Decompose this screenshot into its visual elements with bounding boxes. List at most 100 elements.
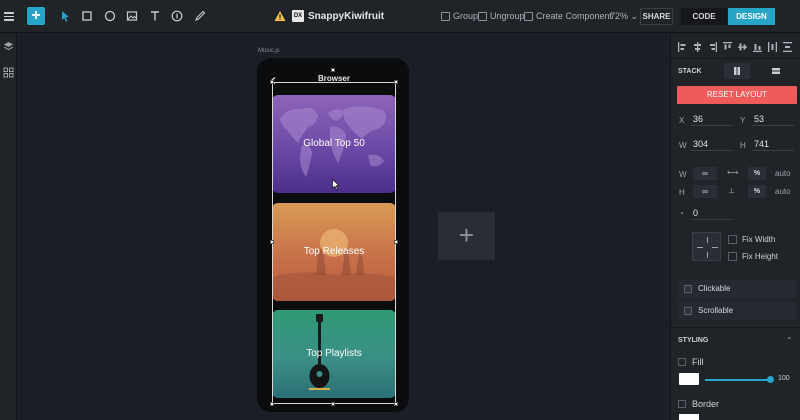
add-artboard-button[interactable]: +	[438, 212, 495, 260]
x-label: X	[679, 116, 685, 125]
fill-opacity-value: 100	[778, 375, 790, 382]
align-right-icon[interactable]	[708, 42, 717, 52]
width-input[interactable]: 304	[691, 137, 733, 151]
artboard-label[interactable]: Music.js	[258, 48, 280, 54]
resize-handle[interactable]	[331, 68, 335, 72]
distribute-h-icon[interactable]	[768, 42, 777, 52]
top-toolbar: + DX SnappyKiwifruit Group Ungroup Creat…	[0, 0, 800, 33]
create-component-action[interactable]: Create Component	[524, 11, 612, 21]
component-icon	[524, 11, 533, 21]
menu-icon[interactable]	[4, 0, 16, 33]
card-title: Global Top 50	[303, 138, 365, 149]
h-size-label: H	[679, 188, 685, 197]
chevron-down-icon: ⌄	[630, 11, 639, 21]
reset-layout-button[interactable]: RESET LAYOUT	[677, 86, 797, 104]
card-top-releases[interactable]: Top Releases	[272, 203, 396, 301]
align-bottom-icon[interactable]	[753, 42, 762, 52]
align-top-icon[interactable]	[723, 42, 732, 52]
component-tool-icon[interactable]	[170, 9, 184, 23]
ellipse-tool-icon[interactable]	[103, 9, 117, 23]
y-input[interactable]: 53	[752, 112, 794, 126]
mouse-cursor-icon	[332, 178, 340, 190]
clickable-toggle[interactable]: Clickable	[678, 280, 796, 298]
card-top-playlists[interactable]: Top Playlists	[272, 310, 396, 398]
pen-tool-icon[interactable]	[193, 9, 207, 23]
pin-constraints-icon	[697, 237, 718, 258]
height-percent-button[interactable]: %	[748, 185, 766, 198]
resize-handle[interactable]	[331, 402, 335, 406]
align-center-h-icon[interactable]	[693, 42, 702, 52]
constraints-pin-box[interactable]	[692, 232, 721, 261]
x-input[interactable]: 36	[691, 112, 733, 126]
group-icon	[441, 11, 450, 21]
card-title: Top Releases	[303, 246, 365, 257]
resize-handle[interactable]	[270, 80, 274, 84]
border-color-swatch[interactable]	[679, 414, 699, 420]
alignment-toolbar	[678, 42, 792, 52]
left-rail	[0, 33, 17, 420]
stack-horizontal-icon	[734, 67, 740, 75]
align-middle-icon[interactable]	[738, 42, 747, 52]
stack-vertical-button[interactable]	[763, 63, 789, 79]
design-tab[interactable]: DESIGN	[728, 8, 775, 25]
divider	[670, 58, 800, 59]
border-toggle[interactable]: Border	[678, 399, 719, 409]
height-input[interactable]: 741	[752, 137, 794, 151]
project-name[interactable]: SnappyKiwifruit	[308, 11, 384, 22]
stack-horizontal-button[interactable]	[724, 63, 750, 79]
border-label: Border	[692, 399, 720, 409]
text-tool-icon[interactable]	[148, 9, 162, 23]
code-tab[interactable]: CODE	[681, 8, 727, 25]
resize-handle[interactable]	[270, 240, 274, 244]
zoom-select[interactable]: 72% ⌄	[610, 11, 638, 22]
y-label: Y	[740, 116, 746, 125]
image-tool-icon[interactable]	[125, 9, 139, 23]
fill-color-swatch[interactable]	[679, 373, 699, 385]
rectangle-tool-icon[interactable]	[80, 9, 94, 23]
slider-thumb[interactable]	[767, 376, 774, 383]
zoom-value: 72%	[610, 11, 629, 21]
project-logo: DX	[292, 10, 304, 22]
scrollable-toggle[interactable]: Scrollable	[678, 302, 796, 320]
group-label: Group	[453, 11, 479, 21]
fix-height-label: Fix Height	[742, 252, 779, 261]
share-button[interactable]: SHARE	[640, 8, 673, 25]
distribute-v-icon[interactable]	[783, 42, 792, 52]
ungroup-action[interactable]: Ungroup	[478, 11, 525, 21]
height-auto-label[interactable]: auto	[775, 187, 791, 196]
height-infinity-button[interactable]: ∞	[693, 185, 717, 198]
components-grid-icon[interactable]	[3, 67, 14, 78]
resize-handle[interactable]	[394, 80, 398, 84]
corner-radius-input[interactable]: 0	[691, 206, 733, 220]
scrollable-label: Scrollable	[698, 306, 734, 315]
width-auto-label[interactable]: auto	[775, 169, 791, 178]
pointer-tool-icon[interactable]	[58, 9, 72, 23]
width-percent-button[interactable]: %	[748, 167, 766, 180]
w-label: W	[679, 141, 687, 150]
checkbox-icon	[684, 285, 692, 293]
fix-height-option[interactable]: Fix Height	[728, 252, 778, 261]
phone-nav-title: Browser	[317, 74, 350, 83]
group-action[interactable]: Group	[441, 11, 478, 21]
checkbox-icon	[684, 307, 692, 315]
fix-width-option[interactable]: Fix Width	[728, 235, 775, 244]
add-element-button[interactable]: +	[27, 7, 45, 25]
clickable-label: Clickable	[698, 284, 731, 293]
fix-height-icon	[728, 252, 737, 261]
divider	[670, 327, 800, 328]
checkbox-icon	[678, 400, 686, 408]
chevron-up-icon[interactable]: ⌃	[786, 336, 793, 345]
resize-handle[interactable]	[270, 402, 274, 406]
fill-toggle[interactable]: Fill	[678, 357, 704, 367]
warning-icon[interactable]	[274, 10, 286, 24]
resize-handle[interactable]	[394, 402, 398, 406]
resize-handle[interactable]	[394, 240, 398, 244]
ungroup-label: Ungroup	[490, 11, 525, 21]
fixed-height-icon[interactable]: ⟂	[729, 186, 734, 196]
fill-opacity-slider[interactable]	[705, 379, 771, 381]
align-left-icon[interactable]	[678, 42, 687, 52]
fixed-width-icon[interactable]: ⟷	[727, 168, 738, 177]
width-infinity-button[interactable]: ∞	[693, 167, 717, 180]
fill-label: Fill	[692, 357, 704, 367]
layers-icon[interactable]	[3, 41, 14, 52]
